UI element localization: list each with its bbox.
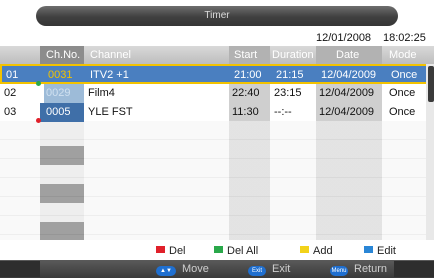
green-key-icon xyxy=(214,246,223,253)
row-date: 12/04/2009 xyxy=(319,87,375,99)
row-ch-no: 0031 xyxy=(48,69,73,81)
legend-edit-label: Edit xyxy=(377,245,396,257)
timer-row-1[interactable]: 01 0031 ITV2 +1 21:00 21:15 12/04/2009 O… xyxy=(0,64,434,84)
legend-edit: Edit xyxy=(364,244,396,258)
row-date: 12/04/2009 xyxy=(319,106,375,118)
row-index: 03 xyxy=(4,106,17,118)
row-start: 22:40 xyxy=(232,87,260,99)
footer-move-label: Move xyxy=(182,263,209,275)
row-channel: ITV2 +1 xyxy=(90,69,129,81)
legend-del-all-label: Del All xyxy=(227,245,259,257)
footer-return-label: Return xyxy=(354,263,388,275)
row-mode: Once xyxy=(389,106,416,118)
bottom-bar-left-cap xyxy=(0,261,40,277)
timer-row-2[interactable]: 02 0029 Film4 22:40 23:15 12/04/2009 Onc… xyxy=(0,84,434,103)
header-date: Date xyxy=(336,49,360,61)
red-key-icon xyxy=(156,246,165,253)
empty-rows xyxy=(0,121,426,240)
row-duration: 21:15 xyxy=(276,69,304,81)
window-title: Timer xyxy=(36,6,398,26)
scrollbar-thumb[interactable] xyxy=(428,66,434,102)
row-channel: Film4 xyxy=(88,87,115,99)
menu-button-icon: Menu xyxy=(330,266,348,276)
up-down-arrows-icon: ▲▼ xyxy=(156,266,176,276)
header-mode: Mode xyxy=(389,49,417,61)
row-mode: Once xyxy=(391,69,418,81)
bottom-bar-right-cap xyxy=(394,261,434,277)
yellow-key-icon xyxy=(300,246,309,253)
legend-add-label: Add xyxy=(313,245,333,257)
exit-button-icon: Exit xyxy=(248,266,266,276)
footer-return[interactable]: Menu Return xyxy=(330,260,387,278)
row-index: 01 xyxy=(6,69,19,81)
timer-row-3[interactable]: 03 0005 YLE FST 11:30 --:-- 12/04/2009 O… xyxy=(0,103,434,122)
row-ch-no: 0005 xyxy=(40,103,84,122)
row-mode: Once xyxy=(389,87,416,99)
row-duration: --:-- xyxy=(274,106,292,118)
row-date: 12/04/2009 xyxy=(321,69,377,81)
row-ch-no: 0029 xyxy=(44,84,84,103)
footer-move[interactable]: ▲▼ Move xyxy=(156,260,209,278)
legend-add: Add xyxy=(300,244,333,258)
row-channel: YLE FST xyxy=(88,106,133,118)
row-start: 21:00 xyxy=(234,69,262,81)
header-duration: Duration xyxy=(272,49,314,61)
blue-key-icon xyxy=(364,246,373,253)
current-date: 12/01/2008 xyxy=(316,32,372,44)
header-ch-no: Ch.No. xyxy=(46,49,81,61)
legend-del-all: Del All xyxy=(214,244,258,258)
footer-exit[interactable]: Exit Exit xyxy=(248,260,290,278)
row-start: 11:30 xyxy=(232,106,259,118)
footer-exit-label: Exit xyxy=(272,263,291,275)
legend-del: Del xyxy=(156,244,186,258)
row-index: 02 xyxy=(4,87,17,99)
header-start: Start xyxy=(234,49,258,61)
header-channel: Channel xyxy=(90,49,131,61)
current-time: 18:02:25 xyxy=(383,32,426,44)
legend-del-label: Del xyxy=(169,245,186,257)
row-marker-icon xyxy=(36,118,41,123)
row-duration: 23:15 xyxy=(274,87,302,99)
title-bar: Timer xyxy=(0,0,434,30)
